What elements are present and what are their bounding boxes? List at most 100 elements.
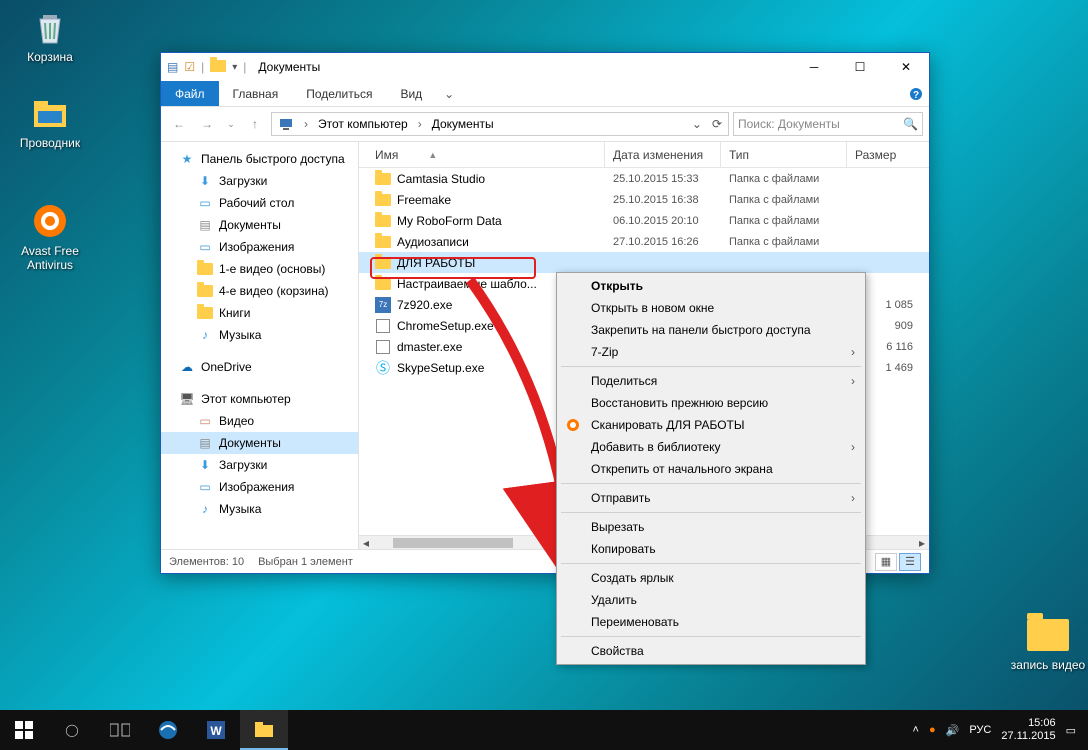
context-menu-item[interactable]: 7-Zip› (559, 341, 863, 363)
tab-view[interactable]: Вид (386, 81, 436, 106)
file-name: Freemake (397, 193, 451, 207)
view-large-icons-button[interactable]: ▦ (875, 553, 897, 571)
sidebar-item-desktop[interactable]: ▭Рабочий стол (161, 192, 358, 214)
taskbar-clock[interactable]: 15:06 27.11.2015 (1001, 717, 1055, 743)
desktop-icon-recycle-bin[interactable]: Корзина (12, 6, 88, 64)
qa-icon-doc[interactable]: ▤ (167, 60, 178, 74)
desktop-icon-avast[interactable]: Avast Free Antivirus (12, 200, 88, 272)
column-name[interactable]: Имя▲ (359, 142, 605, 167)
breadcrumb-pc-icon[interactable] (274, 116, 298, 132)
table-row[interactable]: Аудиозаписи27.10.2015 16:26Папка с файла… (359, 231, 929, 252)
back-button[interactable]: ← (167, 112, 191, 136)
recent-button[interactable]: ⌄ (223, 112, 239, 136)
file-icon (375, 234, 391, 250)
file-icon (375, 255, 391, 271)
sidebar-item-music[interactable]: ♪Музыка (161, 324, 358, 346)
context-menu-item[interactable]: Закрепить на панели быстрого доступа (559, 319, 863, 341)
maximize-button[interactable]: ☐ (837, 53, 883, 81)
taskbar-explorer-icon[interactable] (240, 710, 288, 750)
column-type[interactable]: Тип (721, 142, 847, 167)
search-icon[interactable]: 🔍 (903, 117, 918, 131)
sidebar-item-folder[interactable]: 4-е видео (корзина) (161, 280, 358, 302)
taskbar-search-icon[interactable]: ◯ (48, 710, 96, 750)
search-input[interactable]: Поиск: Документы 🔍 (733, 112, 923, 136)
sidebar-onedrive[interactable]: ☁OneDrive (161, 356, 358, 378)
help-icon[interactable]: ? (903, 81, 929, 106)
sidebar-item-folder[interactable]: Книги (161, 302, 358, 324)
chevron-right-icon[interactable]: › (304, 117, 308, 131)
table-row[interactable]: My RoboForm Data06.10.2015 20:10Папка с … (359, 210, 929, 231)
context-menu-item[interactable]: Переименовать (559, 611, 863, 633)
view-details-button[interactable]: ☰ (899, 553, 921, 571)
tab-share[interactable]: Поделиться (292, 81, 386, 106)
chevron-right-icon: › (851, 374, 855, 388)
tray-avast-icon[interactable]: ● (929, 724, 936, 736)
start-button[interactable] (0, 710, 48, 750)
sidebar-item-video[interactable]: ▭Видео (161, 410, 358, 432)
context-menu-item[interactable]: Вырезать (559, 516, 863, 538)
sidebar-item-downloads[interactable]: ⬇Загрузки (161, 170, 358, 192)
file-date: 25.10.2015 16:38 (605, 194, 721, 206)
scroll-thumb[interactable] (393, 538, 513, 548)
context-menu-item[interactable]: Удалить (559, 589, 863, 611)
sidebar-item-music-pc[interactable]: ♪Музыка (161, 498, 358, 520)
titlebar[interactable]: ▤ ☑ | ▾ | Документы ─ ☐ ✕ (161, 53, 929, 81)
context-menu-item[interactable]: Поделиться› (559, 370, 863, 392)
taskbar-taskview-icon[interactable] (96, 710, 144, 750)
scroll-right-icon[interactable]: ▸ (915, 536, 929, 550)
sidebar-item-documents-pc[interactable]: ▤Документы (161, 432, 358, 454)
context-menu-item[interactable]: Открыть в новом окне (559, 297, 863, 319)
tab-file[interactable]: Файл (161, 81, 219, 106)
music-icon: ♪ (197, 501, 213, 517)
sidebar-item-documents[interactable]: ▤Документы (161, 214, 358, 236)
refresh-icon[interactable]: ⟳ (708, 117, 726, 131)
sidebar-quick-access[interactable]: ★Панель быстрого доступа (161, 148, 358, 170)
sidebar-item-downloads-pc[interactable]: ⬇Загрузки (161, 454, 358, 476)
context-menu-item[interactable]: Открыть (559, 275, 863, 297)
desktop-icon-video-folder[interactable]: запись видео (1010, 614, 1086, 672)
scroll-left-icon[interactable]: ◂ (359, 536, 373, 550)
taskbar-edge-icon[interactable] (144, 710, 192, 750)
breadcrumb[interactable]: › Этот компьютер › Документы ⌄ ⟳ (271, 112, 729, 136)
qa-dropdown-icon[interactable]: ▾ (232, 62, 237, 73)
context-menu-item[interactable]: Свойства (559, 640, 863, 662)
sidebar-item-folder[interactable]: 1-е видео (основы) (161, 258, 358, 280)
tray-volume-icon[interactable]: 🔊 (946, 724, 960, 737)
forward-button[interactable]: → (195, 112, 219, 136)
breadcrumb-item[interactable]: Этот компьютер (314, 117, 412, 131)
context-menu-item[interactable]: Сканировать ДЛЯ РАБОТЫ (559, 414, 863, 436)
dropdown-icon[interactable]: ⌄ (688, 117, 706, 131)
ribbon-expand-icon[interactable]: ⌄ (436, 81, 462, 106)
chevron-right-icon[interactable]: › (418, 117, 422, 131)
table-row[interactable]: ДЛЯ РАБОТЫ (359, 252, 929, 273)
context-menu-item[interactable]: Копировать (559, 538, 863, 560)
table-row[interactable]: Camtasia Studio25.10.2015 15:33Папка с ф… (359, 168, 929, 189)
column-size[interactable]: Размер (847, 142, 929, 167)
context-menu-item[interactable]: Создать ярлык (559, 567, 863, 589)
tray-notifications-icon[interactable]: ▭ (1066, 724, 1076, 737)
sidebar-item-pictures-pc[interactable]: ▭Изображения (161, 476, 358, 498)
up-button[interactable]: ↑ (243, 112, 267, 136)
context-menu-item[interactable]: Добавить в библиотеку› (559, 436, 863, 458)
column-date[interactable]: Дата изменения (605, 142, 721, 167)
file-icon (375, 339, 391, 355)
taskbar-word-icon[interactable]: W (192, 710, 240, 750)
qa-icon-check[interactable]: ☑ (184, 60, 195, 74)
context-menu-item-label: Удалить (591, 593, 637, 607)
desktop-icon-explorer[interactable]: Проводник (12, 92, 88, 150)
sidebar-item-pictures[interactable]: ▭Изображения (161, 236, 358, 258)
close-button[interactable]: ✕ (883, 53, 929, 81)
sidebar-this-pc[interactable]: 🖥Этот компьютер (161, 388, 358, 410)
context-menu-item-label: Восстановить прежнюю версию (591, 396, 768, 410)
tray-chevron-up-icon[interactable]: ˄ (913, 724, 919, 736)
context-menu-item[interactable]: Открепить от начального экрана (559, 458, 863, 480)
context-menu-item[interactable]: Отправить› (559, 487, 863, 509)
chevron-right-icon: › (851, 491, 855, 505)
tab-home[interactable]: Главная (219, 81, 293, 106)
minimize-button[interactable]: ─ (791, 53, 837, 81)
tray-lang[interactable]: РУС (969, 724, 991, 736)
context-menu-item[interactable]: Восстановить прежнюю версию (559, 392, 863, 414)
breadcrumb-item[interactable]: Документы (428, 117, 498, 131)
table-row[interactable]: Freemake25.10.2015 16:38Папка с файлами (359, 189, 929, 210)
qa-icon-folder[interactable] (210, 60, 226, 75)
